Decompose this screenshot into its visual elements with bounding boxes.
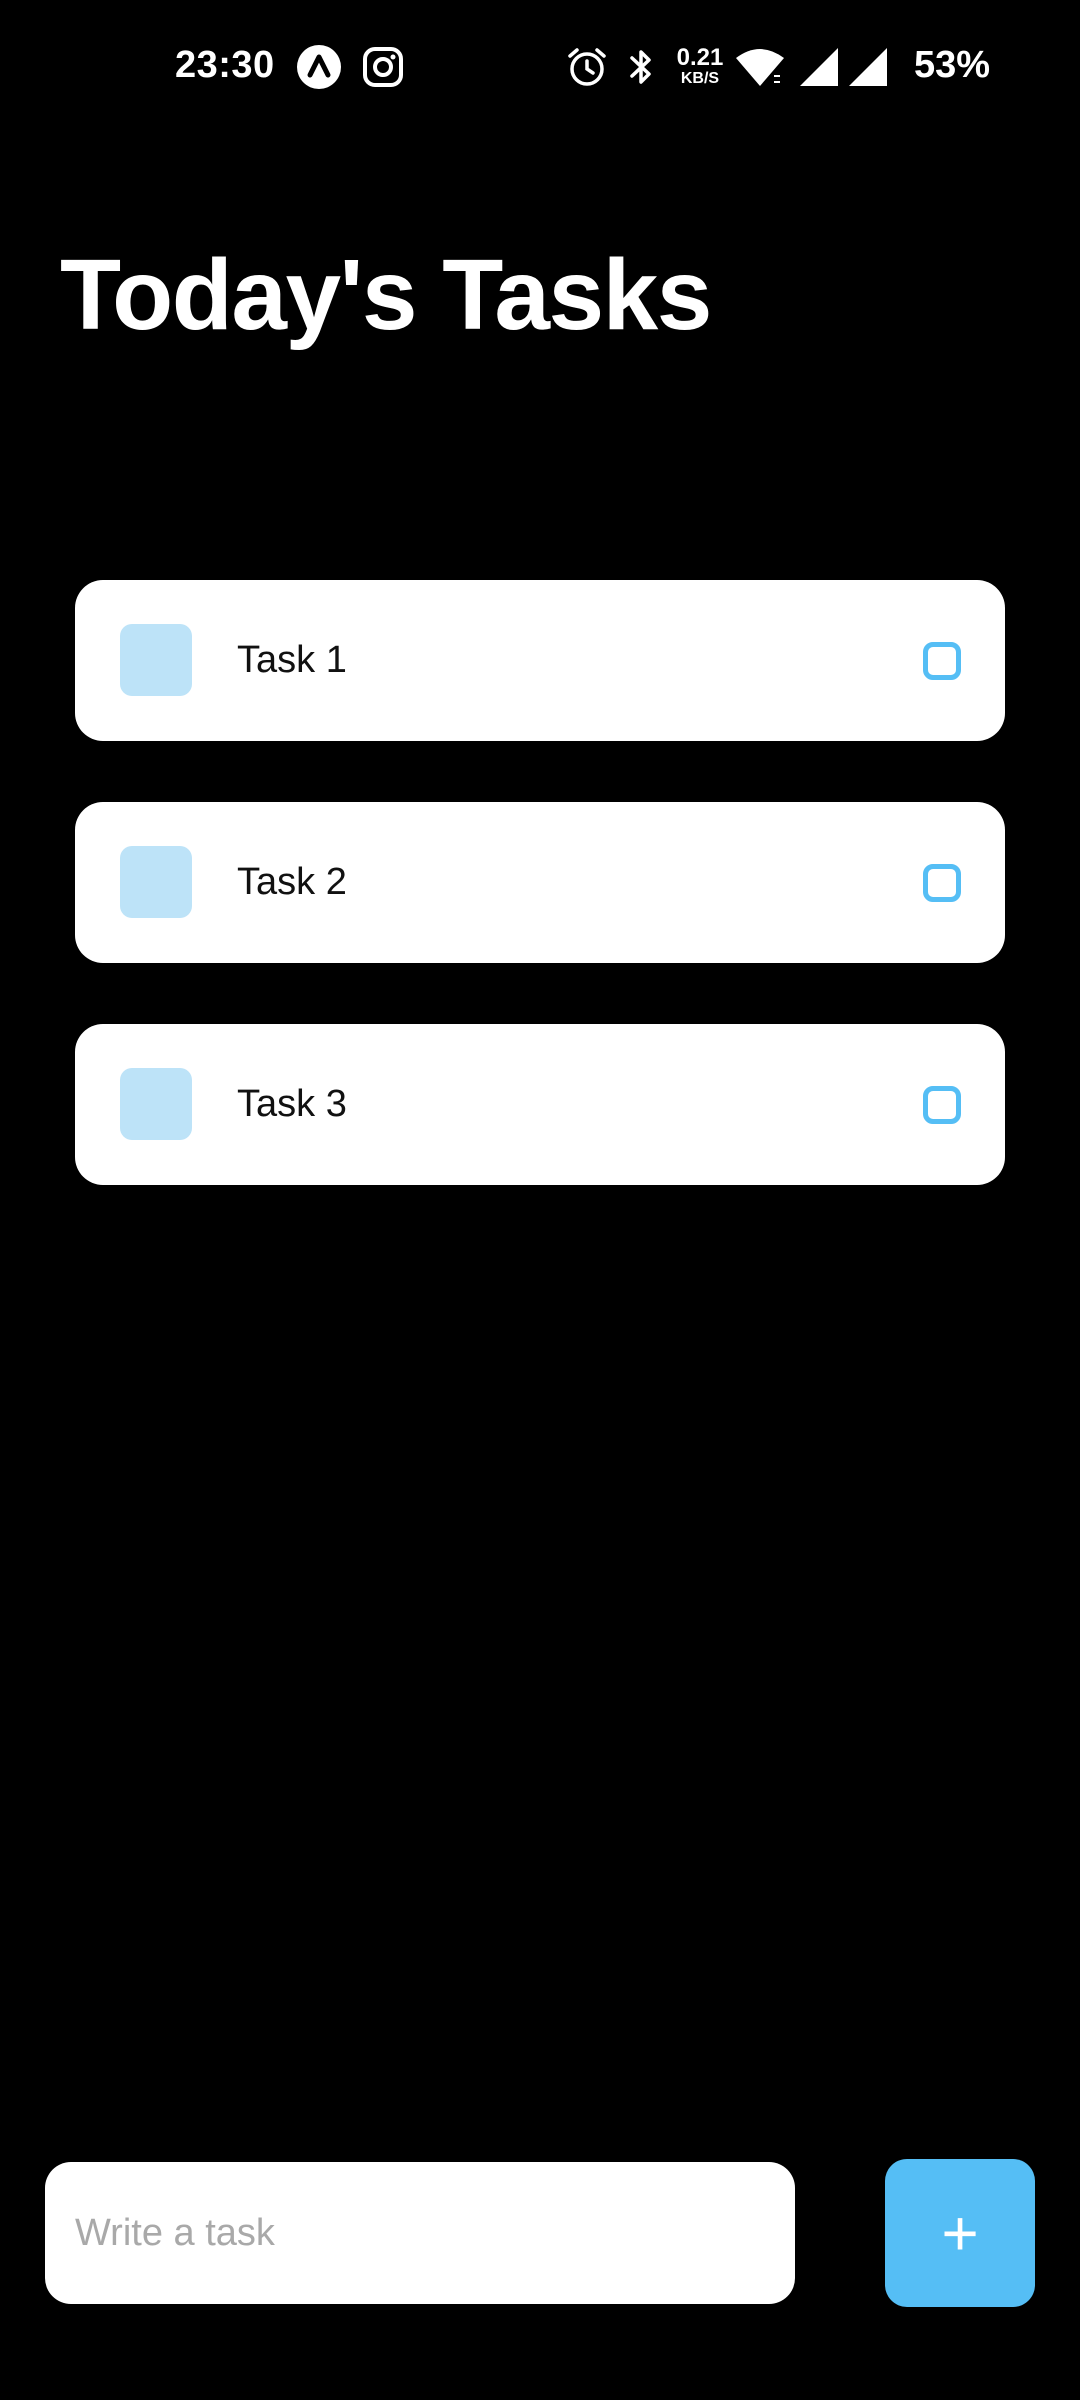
network-speed-unit: KB/S — [680, 70, 720, 87]
task-square-icon[interactable] — [120, 1068, 192, 1140]
task-item[interactable]: Task 3 — [75, 1024, 1005, 1185]
network-speed-value: 0.21 — [676, 44, 724, 71]
status-time: 23:30 — [175, 44, 275, 86]
task-input[interactable] — [45, 2162, 795, 2304]
instagram-icon — [360, 44, 406, 90]
signal-icon — [796, 44, 842, 90]
add-task-button[interactable]: + — [885, 2159, 1035, 2307]
task-circle-icon[interactable] — [923, 1086, 961, 1124]
task-square-icon[interactable] — [120, 846, 192, 918]
wifi-icon — [734, 44, 786, 90]
task-label: Task 3 — [237, 1083, 347, 1125]
page-title: Today's Tasks — [60, 239, 712, 351]
task-list: Task 1 Task 2 Task 3 — [75, 580, 1005, 1246]
bluetooth-icon — [618, 44, 664, 90]
task-square-icon[interactable] — [120, 624, 192, 696]
task-label: Task 2 — [237, 861, 347, 903]
signal-icon — [845, 44, 891, 90]
app-screen: 23:30 0.21 KB/S 53% Today's Tasks Task 1… — [0, 0, 1080, 2400]
network-speed: 0.21 KB/S — [672, 46, 728, 87]
task-circle-icon[interactable] — [923, 642, 961, 680]
app-a-icon — [296, 44, 342, 90]
task-label: Task 1 — [237, 639, 347, 681]
task-item[interactable]: Task 2 — [75, 802, 1005, 963]
task-circle-icon[interactable] — [923, 864, 961, 902]
battery-percentage: 53% — [914, 44, 991, 86]
alarm-icon — [564, 44, 610, 90]
status-bar: 23:30 0.21 KB/S 53% — [0, 0, 1080, 140]
task-item[interactable]: Task 1 — [75, 580, 1005, 741]
